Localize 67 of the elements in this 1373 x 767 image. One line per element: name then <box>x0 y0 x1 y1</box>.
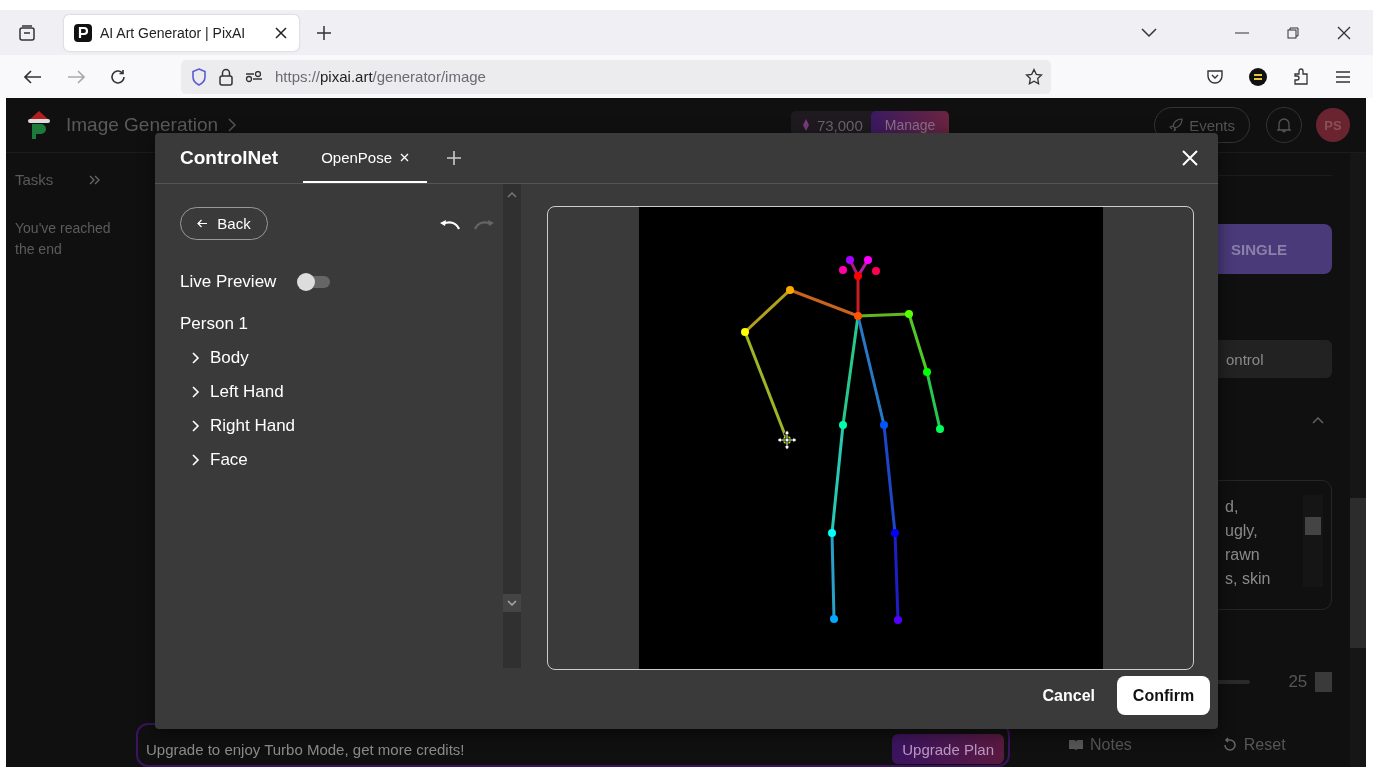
person-label: Person 1 <box>180 314 249 334</box>
panel-scrollbar[interactable] <box>503 184 521 668</box>
browser-tab[interactable]: AI Art Generator | PixAI <box>64 14 299 51</box>
openpose-tab[interactable]: OpenPose <box>303 133 428 183</box>
book-icon <box>1068 738 1084 752</box>
close-tab-icon[interactable] <box>275 26 287 39</box>
back-arrow-icon <box>197 219 208 228</box>
confirm-button[interactable]: Confirm <box>1117 676 1210 715</box>
extensions-puzzle-icon[interactable] <box>1292 67 1310 86</box>
pose-part-item[interactable]: Right Hand <box>192 415 296 436</box>
prompt-text-line: s, skin <box>1225 569 1271 589</box>
chevron-right-icon <box>228 118 237 132</box>
pose-part-item[interactable]: Body <box>192 347 249 368</box>
pose-part-label: Body <box>210 347 249 368</box>
pocket-icon[interactable] <box>1206 68 1224 85</box>
pose-part-item[interactable]: Left Hand <box>192 381 284 402</box>
site-logo-icon <box>74 23 92 42</box>
extension-badge-icon[interactable] <box>1249 67 1267 86</box>
pose-skeleton-drawing[interactable] <box>740 256 944 624</box>
reload-icon[interactable] <box>110 68 126 85</box>
prompt-text-line: rawn <box>1225 545 1260 565</box>
shield-icon <box>191 67 207 86</box>
page-title: Image Generation <box>66 114 219 136</box>
end-message: You've reached the end <box>15 219 112 259</box>
permissions-icon[interactable] <box>245 70 263 83</box>
scroll-down-icon[interactable] <box>503 594 521 612</box>
reset-icon <box>1221 737 1238 753</box>
prompt-text-line: ugly, <box>1225 521 1258 541</box>
live-preview-label: Live Preview <box>180 272 277 292</box>
upgrade-message: Upgrade to enjoy Turbo Mode, get more credits! <box>146 740 466 758</box>
upgrade-plan-button[interactable]: Upgrade Plan <box>892 734 1004 764</box>
cancel-button[interactable]: Cancel <box>1036 685 1101 706</box>
bookmark-star-icon[interactable] <box>1025 67 1043 86</box>
address-bar[interactable]: https://pixai.art/generator/image <box>181 59 1051 94</box>
santa-hat-logo-icon <box>26 110 52 140</box>
menu-icon[interactable] <box>1335 69 1351 84</box>
close-window-icon[interactable] <box>1337 25 1351 40</box>
pose-part-item[interactable]: Face <box>192 449 248 470</box>
expand-double-chevron-icon[interactable] <box>89 174 102 185</box>
chevron-up-icon[interactable] <box>1312 416 1324 424</box>
add-tab-icon[interactable] <box>447 151 462 165</box>
close-icon[interactable] <box>1182 150 1198 166</box>
minimize-icon[interactable] <box>1235 31 1249 34</box>
prompt-scrollbar[interactable] <box>1303 495 1323 587</box>
pose-part-label: Left Hand <box>210 381 284 402</box>
restore-icon[interactable] <box>1287 26 1299 39</box>
back-arrow-icon[interactable] <box>24 69 42 84</box>
tab-dropdown-icon[interactable] <box>1141 27 1157 38</box>
tasks-label: Tasks <box>15 171 54 188</box>
tab-list-icon[interactable] <box>18 23 36 42</box>
dialog-title: ControlNet <box>180 147 279 169</box>
lock-icon <box>219 67 233 86</box>
credits-count: 73,000 <box>816 116 863 134</box>
prompt-text-line: d, <box>1225 497 1239 517</box>
tab-label: OpenPose <box>321 148 393 166</box>
new-tab-icon[interactable] <box>317 25 331 40</box>
rocket-icon <box>1169 118 1184 132</box>
pose-part-label: Right Hand <box>210 415 296 436</box>
move-cursor-icon <box>775 429 798 451</box>
page-scrollbar[interactable] <box>1350 153 1366 767</box>
pose-part-label: Face <box>210 449 248 470</box>
steps-value: 25 <box>1288 672 1308 692</box>
tab-title: AI Art Generator | PixAI <box>100 24 247 41</box>
bell-icon <box>1277 117 1291 133</box>
live-preview-toggle[interactable] <box>298 276 331 288</box>
url-text: https://pixai.art/generator/image <box>275 68 486 85</box>
undo-icon[interactable] <box>439 217 461 230</box>
